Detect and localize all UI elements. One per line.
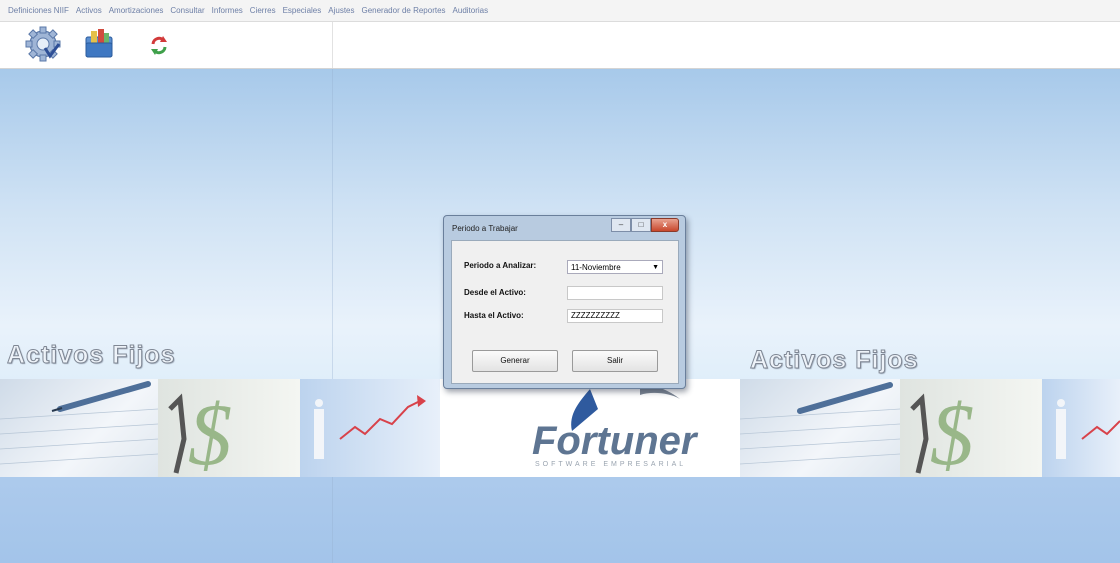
dialog-body: Periodo a Analizar: 11-Noviembre ▼ Desde…: [451, 240, 679, 384]
logo-text: Fortuner: [532, 419, 697, 463]
desde-input[interactable]: [567, 286, 663, 300]
toolbar: [0, 22, 1120, 69]
desde-label: Desde el Activo:: [464, 288, 526, 297]
menu-amortizaciones[interactable]: Amortizaciones: [109, 6, 164, 15]
svg-text:$: $: [188, 387, 232, 477]
growth-chart-image: [300, 379, 440, 477]
menu-definiciones-niif[interactable]: Definiciones NIIF: [8, 6, 69, 15]
settings-gear-icon[interactable]: [24, 26, 62, 64]
hasta-input[interactable]: [567, 309, 663, 323]
banner-title-left: Activos Fijos: [7, 341, 176, 370]
close-button[interactable]: x: [651, 218, 679, 232]
menu-activos[interactable]: Activos: [76, 6, 102, 15]
maximize-button[interactable]: □: [631, 218, 651, 232]
dialog-title: Periodo a Trabajar: [452, 224, 518, 233]
hasta-label: Hasta el Activo:: [464, 311, 524, 320]
divider: [332, 69, 333, 563]
logo-subtitle: SOFTWARE EMPRESARIAL: [535, 461, 687, 468]
menu-generador-de-reportes[interactable]: Generador de Reportes: [361, 6, 445, 15]
menu-cierres[interactable]: Cierres: [250, 6, 276, 15]
menu-ajustes[interactable]: Ajustes: [328, 6, 354, 15]
window-controls: – □ x: [611, 218, 679, 232]
toolbar-button-group: [0, 22, 333, 68]
banner-title-right: Activos Fijos: [750, 346, 919, 375]
menu-auditorias[interactable]: Auditorias: [453, 6, 489, 15]
generar-button[interactable]: Generar: [472, 350, 558, 372]
banner-strip-left: $: [0, 379, 440, 477]
dollar-sign-image: $: [158, 379, 300, 477]
dollar-sign-image-right: $: [900, 379, 1042, 477]
periodo-select[interactable]: 11-Noviembre ▼: [567, 260, 663, 274]
refresh-icon[interactable]: [140, 26, 178, 64]
svg-text:$: $: [930, 387, 974, 477]
chevron-down-icon[interactable]: ▼: [652, 261, 659, 275]
periodo-select-value: 11-Noviembre: [571, 263, 621, 272]
pen-document-image: [0, 379, 158, 477]
pen-document-image-right: [740, 379, 900, 477]
logo-panel: Fortuner SOFTWARE EMPRESARIAL: [440, 379, 740, 477]
menu-especiales[interactable]: Especiales: [283, 6, 322, 15]
menu-bar: Definiciones NIIF Activos Amortizaciones…: [0, 0, 1120, 22]
folder-icon[interactable]: [80, 26, 118, 64]
menu-consultar[interactable]: Consultar: [170, 6, 204, 15]
banner-strip-right: $: [740, 379, 1120, 477]
periodo-dialog: Periodo a Trabajar – □ x Periodo a Anali…: [443, 215, 686, 389]
salir-button[interactable]: Salir: [572, 350, 658, 372]
menu-informes[interactable]: Informes: [212, 6, 243, 15]
periodo-label: Periodo a Analizar:: [464, 261, 537, 270]
growth-chart-image-right: [1042, 379, 1120, 477]
minimize-button[interactable]: –: [611, 218, 631, 232]
